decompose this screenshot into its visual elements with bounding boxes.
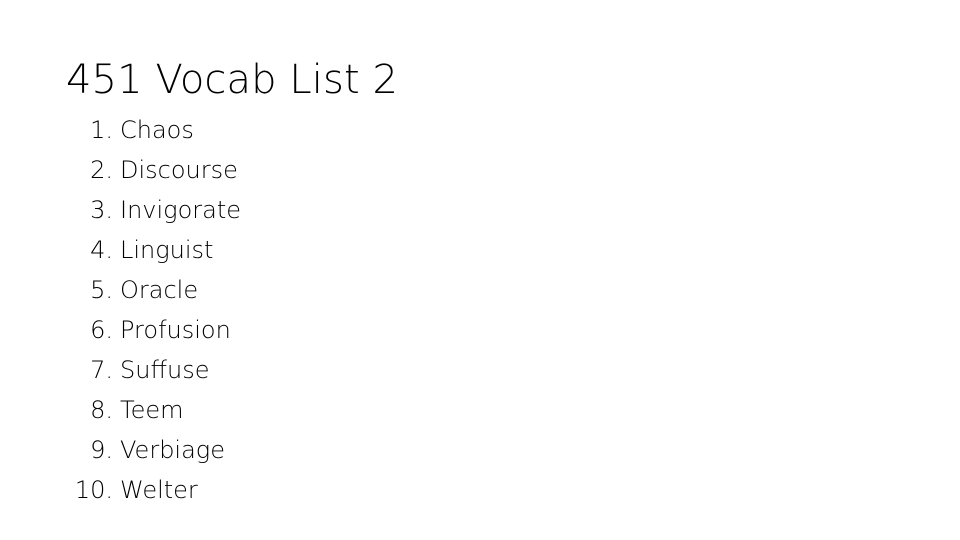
list-item: 9. Verbiage: [66, 430, 526, 470]
list-item: 5. Oracle: [66, 270, 526, 310]
list-item: 3. Invigorate: [66, 190, 526, 230]
list-item-number: 7.: [90, 356, 113, 384]
list-item-number: 8.: [90, 396, 113, 424]
list-item-number: 4.: [90, 236, 113, 264]
slide-canvas: 451 Vocab List 2 1. Chaos 2. Discourse 3…: [0, 0, 960, 540]
list-item: 8. Teem: [66, 390, 526, 430]
list-item: 6. Profusion: [66, 310, 526, 350]
list-item-word: Discourse: [120, 156, 238, 184]
list-item-word: Suffuse: [120, 356, 210, 384]
list-item-number: 10.: [74, 476, 113, 504]
vocabulary-list: 1. Chaos 2. Discourse 3. Invigorate 4. L…: [66, 110, 526, 510]
list-item: 2. Discourse: [66, 150, 526, 190]
list-item-word: Verbiage: [120, 436, 225, 464]
list-item-word: Chaos: [120, 116, 194, 144]
list-item-word: Linguist: [120, 236, 214, 264]
list-item-number: 1.: [90, 116, 113, 144]
list-item-word: Welter: [120, 476, 198, 504]
list-item-word: Teem: [120, 396, 184, 424]
page-title: 451 Vocab List 2: [66, 57, 399, 103]
list-item-number: 2.: [90, 156, 113, 184]
list-item-number: 3.: [90, 196, 113, 224]
list-item-number: 9.: [90, 436, 113, 464]
list-item-word: Invigorate: [120, 196, 241, 224]
list-item: 7. Suffuse: [66, 350, 526, 390]
list-item: 10. Welter: [66, 470, 526, 510]
list-item: 4. Linguist: [66, 230, 526, 270]
list-item-word: Profusion: [120, 316, 231, 344]
list-item-word: Oracle: [120, 276, 199, 304]
list-item: 1. Chaos: [66, 110, 526, 150]
list-item-number: 6.: [90, 316, 113, 344]
list-item-number: 5.: [90, 276, 113, 304]
